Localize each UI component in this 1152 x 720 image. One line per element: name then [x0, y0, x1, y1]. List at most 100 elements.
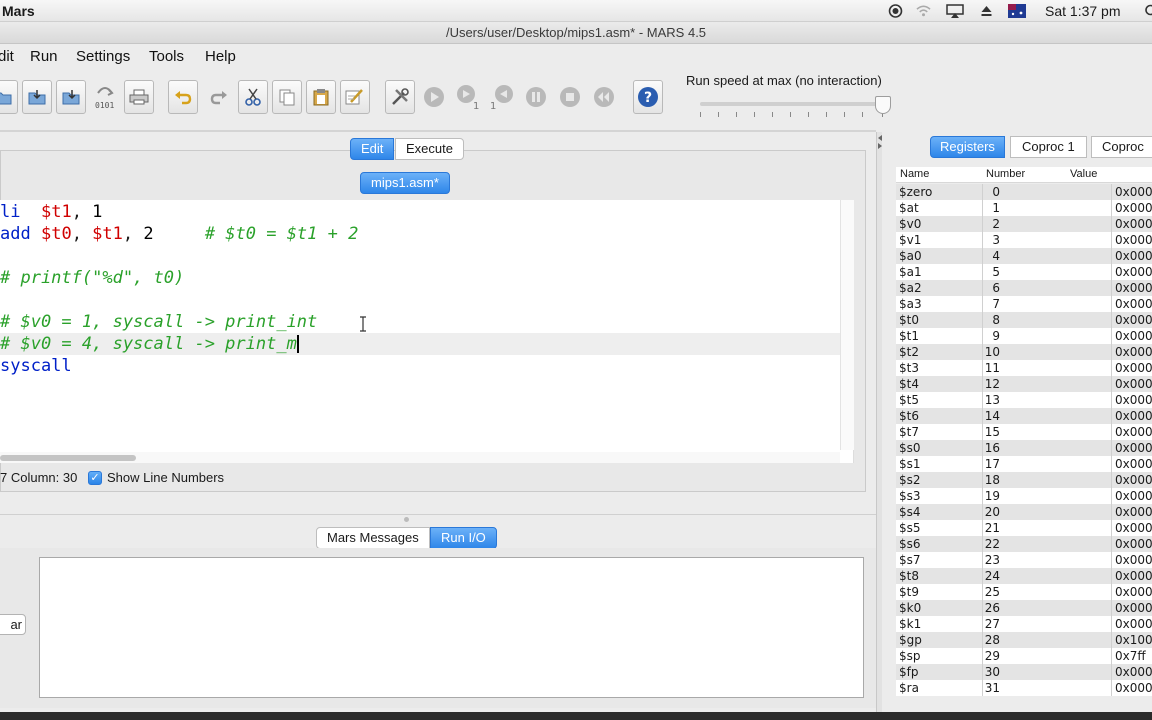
tab-coproc0[interactable]: Coproc	[1091, 136, 1152, 158]
column-divider	[982, 264, 983, 280]
register-row[interactable]: $t1 9 0x0000	[896, 328, 1152, 344]
undo-icon[interactable]	[168, 80, 198, 114]
register-row[interactable]: $v0 2 0x0000	[896, 216, 1152, 232]
clock[interactable]: Sat 1:37 pm	[1045, 3, 1121, 19]
split-pane-divider[interactable]	[876, 132, 882, 720]
run-icon[interactable]	[419, 80, 449, 114]
register-row[interactable]: $k1 27 0x0000	[896, 616, 1152, 632]
register-row[interactable]: $s1 17 0x0000	[896, 456, 1152, 472]
save-as-icon[interactable]	[56, 80, 86, 114]
register-row[interactable]: $k0 26 0x0000	[896, 600, 1152, 616]
input-source-flag-icon[interactable]	[1008, 4, 1026, 18]
dump-memory-icon[interactable]: 0101	[90, 80, 120, 114]
reset-icon[interactable]	[589, 80, 619, 114]
cut-icon[interactable]	[238, 80, 268, 114]
menu-settings[interactable]: Settings	[76, 48, 130, 65]
spotlight-icon[interactable]	[1144, 4, 1152, 18]
eject-icon[interactable]	[979, 4, 994, 18]
tab-coproc1[interactable]: Coproc 1	[1010, 136, 1087, 158]
register-row[interactable]: $at 1 0x0000	[896, 200, 1152, 216]
column-header-number[interactable]: Number	[986, 168, 1025, 180]
register-row[interactable]: $v1 3 0x0000	[896, 232, 1152, 248]
split-grip-icon[interactable]	[404, 517, 409, 522]
backstep-icon[interactable]: 1	[487, 80, 517, 114]
show-line-numbers-label[interactable]: Show Line Numbers	[107, 470, 224, 485]
file-tab[interactable]: mips1.asm*	[360, 172, 450, 194]
register-name: $fp	[899, 665, 919, 679]
menu-edit[interactable]: dit	[0, 48, 14, 65]
show-line-numbers-checkbox[interactable]: ✓	[88, 471, 102, 485]
register-value: 0x0000	[1115, 201, 1152, 215]
register-row[interactable]: $t3 11 0x0000	[896, 360, 1152, 376]
save-icon[interactable]	[22, 80, 52, 114]
split-pane-divider[interactable]	[0, 514, 876, 520]
record-icon[interactable]	[888, 4, 903, 18]
register-row[interactable]: $t2 10 0x0000	[896, 344, 1152, 360]
register-row[interactable]: $t7 15 0x0000	[896, 424, 1152, 440]
register-row[interactable]: $a3 7 0x0000	[896, 296, 1152, 312]
run-io-output[interactable]	[39, 557, 864, 698]
register-value: 0x0000	[1115, 249, 1152, 263]
register-row[interactable]: $s2 18 0x0000	[896, 472, 1152, 488]
run-speed-slider[interactable]	[700, 102, 890, 106]
paste-icon[interactable]	[306, 80, 336, 114]
register-row[interactable]: $t0 8 0x0000	[896, 312, 1152, 328]
register-row[interactable]: $t4 12 0x0000	[896, 376, 1152, 392]
register-row[interactable]: $zero 0 0x0000	[896, 184, 1152, 200]
register-row[interactable]: $s5 21 0x0000	[896, 520, 1152, 536]
column-divider	[982, 584, 983, 600]
tab-execute[interactable]: Execute	[395, 138, 464, 160]
tab-run-io[interactable]: Run I/O	[430, 527, 497, 549]
register-row[interactable]: $sp 29 0x7ff	[896, 648, 1152, 664]
scroll-thumb[interactable]	[0, 455, 136, 461]
register-number: 0	[992, 185, 1000, 199]
run-speed-thumb[interactable]	[875, 96, 891, 114]
register-row[interactable]: $t9 25 0x0000	[896, 584, 1152, 600]
tab-registers[interactable]: Registers	[930, 136, 1005, 158]
code-line-current: # $v0 = 4, syscall -> print_m	[0, 333, 840, 355]
collapse-arrow-icon[interactable]	[877, 134, 883, 150]
editor-vertical-scrollbar[interactable]	[840, 200, 854, 450]
column-header-value[interactable]: Value	[1070, 168, 1097, 180]
assemble-icon[interactable]	[385, 80, 415, 114]
register-row[interactable]: $a1 5 0x0000	[896, 264, 1152, 280]
register-row[interactable]: $s3 19 0x0000	[896, 488, 1152, 504]
register-row[interactable]: $s0 16 0x0000	[896, 440, 1152, 456]
code-editor[interactable]: li $t1, 1 add $t0, $t1, 2 # $t0 = $t1 + …	[0, 200, 854, 463]
pause-icon[interactable]	[521, 80, 551, 114]
register-row[interactable]: $s7 23 0x0000	[896, 552, 1152, 568]
register-row[interactable]: $t5 13 0x0000	[896, 392, 1152, 408]
menu-run[interactable]: Run	[30, 48, 58, 65]
app-name[interactable]: Mars	[2, 3, 35, 19]
copy-icon[interactable]	[272, 80, 302, 114]
divider	[0, 130, 876, 132]
register-row[interactable]: $t6 14 0x0000	[896, 408, 1152, 424]
register-row[interactable]: $s6 22 0x0000	[896, 536, 1152, 552]
register-row[interactable]: $gp 28 0x100	[896, 632, 1152, 648]
register-row[interactable]: $fp 30 0x0000	[896, 664, 1152, 680]
step-icon[interactable]: 1	[453, 80, 483, 114]
help-icon[interactable]: ?	[633, 80, 663, 114]
airplay-icon[interactable]	[946, 4, 964, 18]
open-file-icon[interactable]	[0, 80, 18, 114]
register-name: $v1	[899, 233, 922, 247]
menu-help[interactable]: Help	[205, 48, 236, 65]
find-replace-icon[interactable]	[340, 80, 370, 114]
redo-icon[interactable]	[204, 80, 234, 114]
register-row[interactable]: $t8 24 0x0000	[896, 568, 1152, 584]
tab-edit[interactable]: Edit	[350, 138, 395, 160]
register-row[interactable]: $s4 20 0x0000	[896, 504, 1152, 520]
wifi-icon[interactable]	[916, 4, 931, 18]
register-row[interactable]: $ra 31 0x0000	[896, 680, 1152, 696]
column-header-name[interactable]: Name	[900, 168, 929, 180]
register-row[interactable]: $a2 6 0x0000	[896, 280, 1152, 296]
register-row[interactable]: $a0 4 0x0000	[896, 248, 1152, 264]
print-icon[interactable]	[124, 80, 154, 114]
column-divider	[982, 392, 983, 408]
clear-button[interactable]: ar	[0, 614, 26, 635]
menu-tools[interactable]: Tools	[149, 48, 184, 65]
register-name: $s7	[899, 553, 921, 567]
stop-icon[interactable]	[555, 80, 585, 114]
tab-mars-messages[interactable]: Mars Messages	[316, 527, 430, 549]
